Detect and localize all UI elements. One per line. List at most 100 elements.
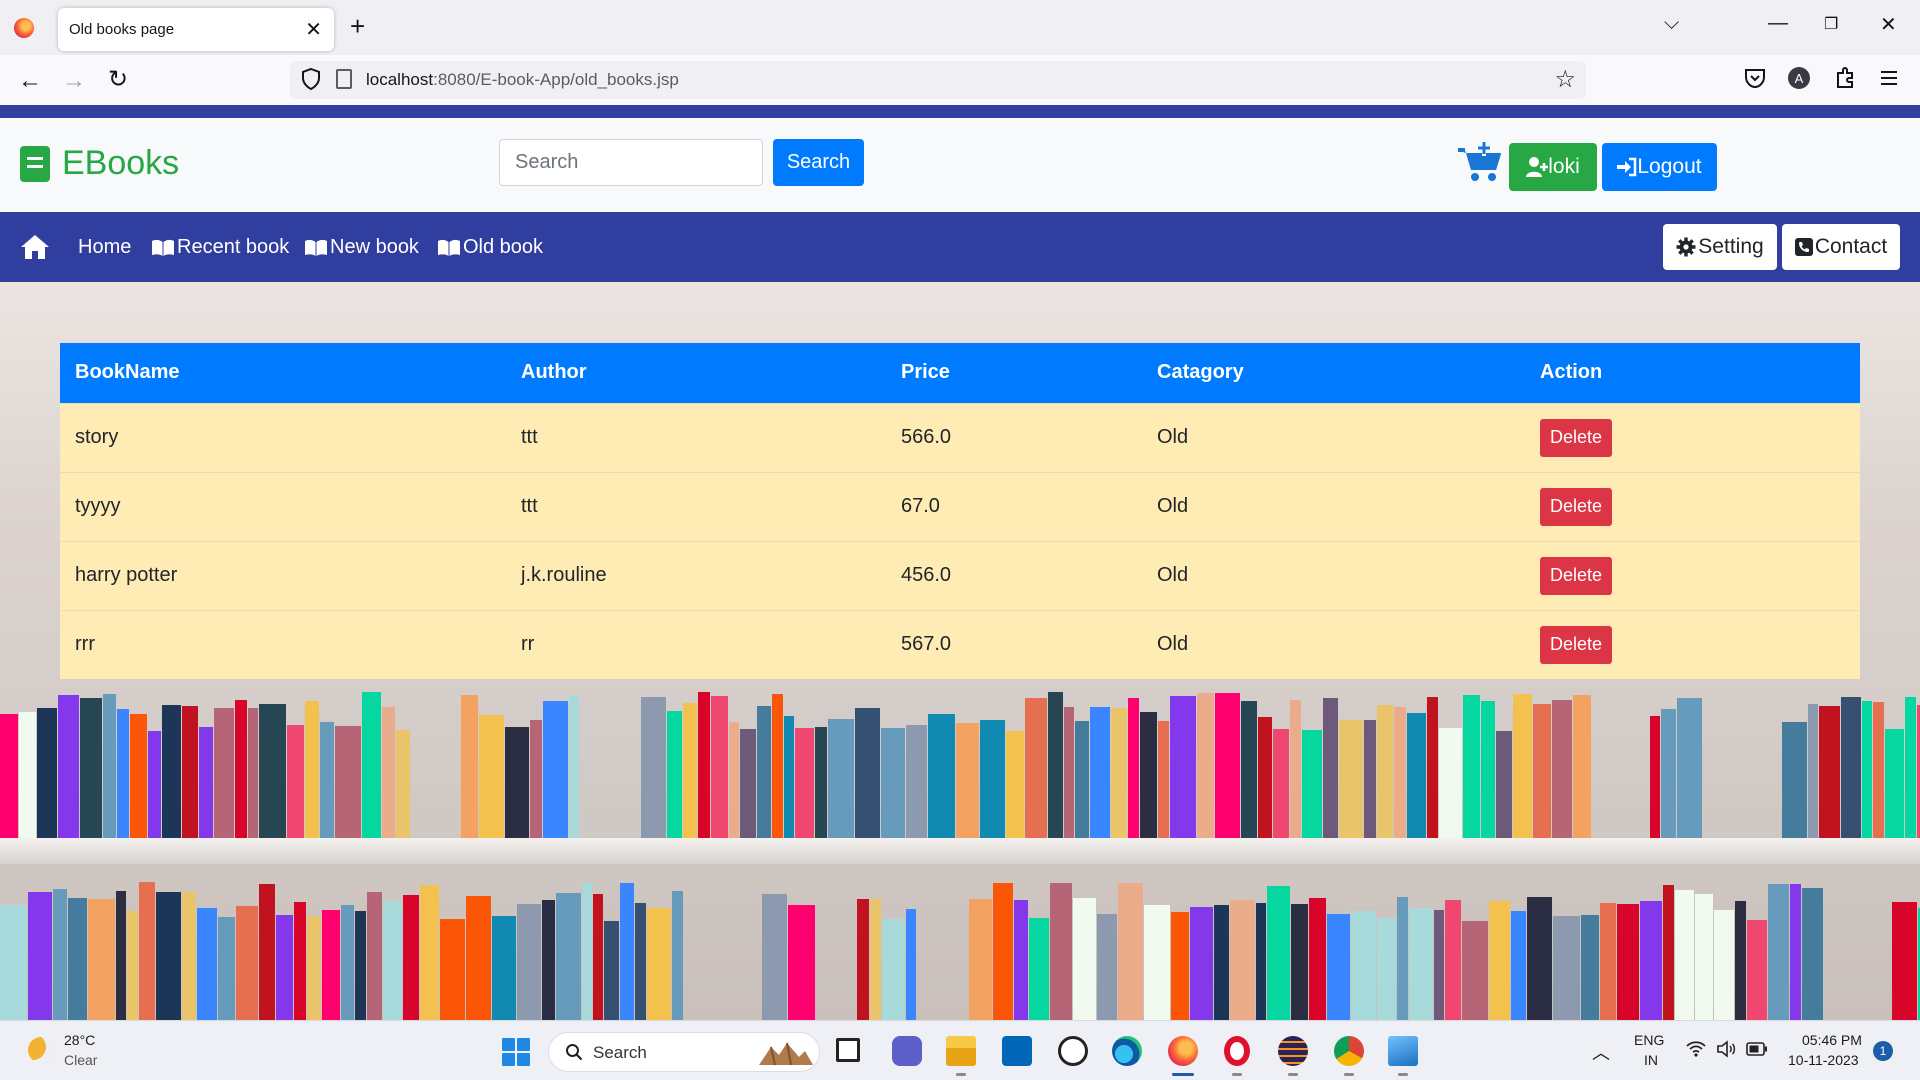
contact-button[interactable]: Contact [1782,224,1900,270]
language-top[interactable]: ENG [1634,1032,1664,1048]
reload-icon[interactable]: ↻ [108,65,128,94]
book-spine [1327,914,1350,1020]
book-spine [857,899,869,1020]
book-spine [969,899,992,1020]
book-spine [828,719,854,842]
logout-label: Logout [1637,155,1702,178]
volume-icon[interactable] [1716,1040,1736,1058]
book-spine [139,882,155,1020]
book-spine [1427,697,1438,842]
page-info-icon[interactable] [336,69,352,89]
dell-icon[interactable] [1058,1036,1088,1066]
pocket-icon[interactable] [1742,65,1768,91]
edge-browser-icon[interactable] [1112,1036,1142,1066]
tab-list-chevron-icon[interactable]: ⌵ [1664,12,1679,35]
book-spine [672,891,683,1020]
language-bottom[interactable]: IN [1644,1052,1658,1068]
firefox-taskbar-icon[interactable] [1168,1036,1198,1066]
book-spine [757,706,771,842]
opera-browser-icon[interactable] [1224,1036,1250,1066]
search-input[interactable] [499,139,763,186]
tray-chevron-icon[interactable]: ︿ [1592,1039,1610,1065]
address-bar[interactable]: localhost:8080/E-book-App/old_books.jsp … [290,61,1586,99]
eclipse-ide-icon[interactable] [1278,1036,1308,1066]
microsoft-store-icon[interactable] [1002,1036,1032,1066]
teams-chat-icon[interactable] [892,1036,922,1066]
book-spine [1267,886,1290,1020]
home-icon[interactable] [20,234,50,260]
cell-action: Delete [1525,472,1860,541]
table-header-row: BookName Author Price Catagory Action [60,343,1860,403]
clock-time[interactable]: 05:46 PM [1802,1032,1862,1048]
contact-label: Contact [1814,235,1888,258]
weather-condition[interactable]: Clear [64,1052,97,1068]
user-button[interactable]: loki [1509,143,1597,191]
book-spine [1862,701,1872,842]
delete-button[interactable]: Delete [1540,418,1612,457]
account-icon[interactable]: A [1786,65,1812,91]
book-spine [543,701,568,842]
table-row: tyyyy ttt 67.0 Old Delete [60,472,1860,541]
file-explorer-icon[interactable] [946,1036,976,1066]
top-stripe [0,105,1920,118]
extensions-icon[interactable] [1832,65,1858,91]
book-spine [593,894,603,1020]
search-button[interactable]: Search [773,139,864,186]
url-text[interactable]: localhost:8080/E-book-App/old_books.jsp [366,70,679,90]
book-spine [1808,704,1818,842]
cell-author: ttt [521,426,538,448]
windows-start-icon[interactable] [502,1038,530,1066]
clock-date[interactable]: 10-11-2023 [1788,1052,1859,1068]
book-spine [116,891,126,1020]
cell-price: 567.0 [901,633,952,656]
nav-recent-book[interactable]: Recent book [151,236,289,259]
taskbar-search-box[interactable]: Search [548,1032,820,1072]
book-spine [635,903,646,1020]
notification-badge[interactable]: 1 [1873,1041,1893,1061]
book-spine [1663,885,1674,1020]
task-view-icon[interactable] [836,1038,860,1062]
window-close-icon[interactable]: ✕ [1880,12,1897,37]
forward-icon[interactable]: → [62,67,86,95]
new-tab-icon[interactable]: + [350,11,365,42]
book-spine [235,700,247,842]
book-spine [784,716,794,842]
tab-close-icon[interactable]: ✕ [305,17,322,42]
weather-temperature[interactable]: 28°C [64,1032,95,1048]
cell-action: Delete [1525,541,1860,610]
delete-button[interactable]: Delete [1540,556,1612,595]
tracking-shield-icon[interactable] [300,67,322,91]
book-spine [162,705,181,842]
table-row: story ttt 566.0 Old Delete [60,403,1860,472]
logout-button[interactable]: Logout [1602,143,1717,191]
nav-home[interactable]: Home [78,236,131,259]
minimize-icon[interactable]: — [1768,12,1788,35]
battery-icon[interactable] [1746,1042,1768,1056]
book-spine [1581,915,1599,1020]
book-spine [881,728,905,842]
menu-hamburger-icon[interactable] [1876,65,1902,91]
setting-button[interactable]: Setting [1663,224,1777,270]
book-spine [729,722,739,842]
moon-weather-icon[interactable] [28,1037,54,1063]
brand-link[interactable]: EBooks [20,144,179,183]
cart-plus-icon[interactable] [1456,138,1504,182]
delete-button[interactable]: Delete [1540,625,1612,664]
nav-old-book-label: Old book [463,236,544,258]
delete-button[interactable]: Delete [1540,487,1612,526]
cell-category: Old [1157,495,1189,517]
chrome-browser-icon[interactable] [1334,1036,1364,1066]
header-category: Catagory [1157,361,1244,384]
bookmark-star-icon[interactable]: ☆ [1554,65,1576,94]
back-icon[interactable]: ← [18,67,42,95]
book-spine [505,727,529,842]
tab-old-books[interactable]: Old books page ✕ [58,8,334,51]
book-spine [19,712,36,842]
photos-app-icon[interactable] [1388,1036,1418,1066]
book-spine [287,725,304,842]
wifi-icon[interactable] [1686,1041,1706,1057]
nav-old-book[interactable]: Old book [437,236,543,259]
book-spine [382,707,395,842]
restore-icon[interactable]: ❐ [1824,14,1838,34]
nav-new-book[interactable]: New book [304,236,419,259]
